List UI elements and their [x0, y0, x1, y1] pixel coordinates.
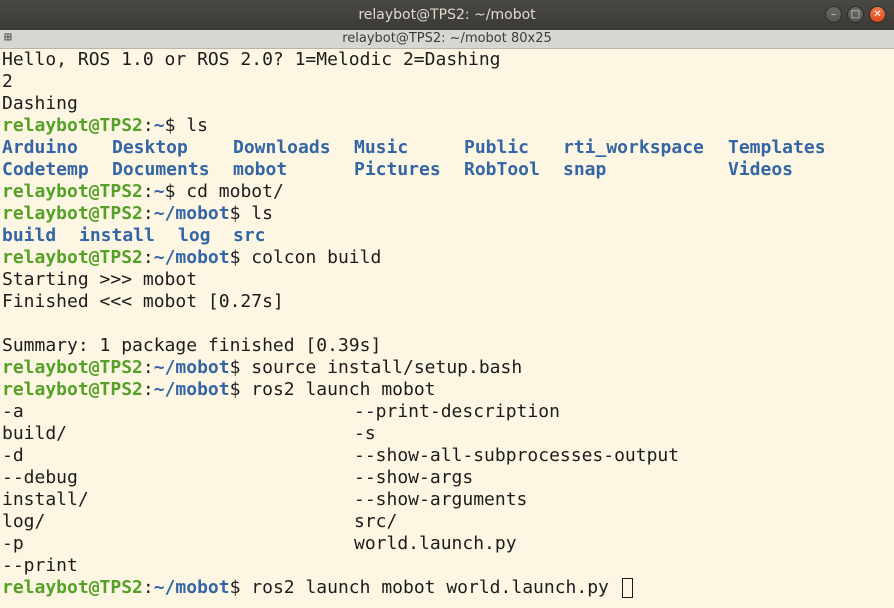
- dir-listing-row: Codetemp Documents mobot Pictures RobTool sna…: [2, 159, 892, 181]
- dir-entry: snap: [563, 159, 607, 180]
- prompt-sigil: $: [164, 115, 176, 136]
- dir-entry: build: [2, 225, 57, 246]
- prompt-path: :~/mobot: [142, 247, 230, 268]
- prompt-path: :~: [142, 181, 165, 202]
- dir-entry: Pictures: [354, 159, 441, 180]
- completion-left: --debug: [2, 467, 78, 488]
- dir-entry: Videos: [728, 159, 794, 180]
- completion-left: install/: [2, 489, 89, 510]
- prompt-sigil: $: [229, 379, 241, 400]
- prompt-path: :~/mobot: [142, 379, 230, 400]
- dir-entry: Documents: [112, 159, 210, 180]
- dir-entry: log: [178, 225, 211, 246]
- prompt-user: relaybot@TPS2: [2, 247, 143, 268]
- dir-entry: Public: [464, 137, 530, 158]
- output-line: Summary: 1 package finished [0.39s]: [2, 335, 382, 356]
- prompt-sigil: $: [229, 203, 241, 224]
- command-line: relaybot@TPS2:~$ ls: [2, 115, 892, 137]
- completion-right: world.launch.py: [354, 533, 517, 554]
- completion-right: --show-args: [354, 467, 474, 488]
- command-text: ros2 launch mobot world.launch.py: [240, 577, 620, 598]
- prompt-sigil: $: [229, 577, 241, 598]
- prompt-sigil: $: [164, 181, 176, 202]
- command-line: relaybot@TPS2:~/mobot$ ros2 launch mobot: [2, 379, 892, 401]
- terminal-tab-title: relaybot@TPS2: ~/mobot 80x25: [342, 31, 552, 46]
- dir-entry: mobot: [233, 159, 288, 180]
- completion-row: --print: [2, 555, 892, 577]
- completion-right: --show-all-subprocesses-output: [354, 445, 680, 466]
- output-line: Starting >>> mobot: [2, 269, 198, 290]
- command-text: ls: [240, 203, 273, 224]
- command-text: cd mobot/: [175, 181, 284, 202]
- completion-left: --print: [2, 555, 78, 576]
- command-text: ros2 launch mobot: [240, 379, 436, 400]
- command-text: source install/setup.bash: [240, 357, 523, 378]
- window-titlebar[interactable]: relaybot@TPS2: ~/mobot – □ ✕: [0, 0, 894, 30]
- prompt-path: :~/mobot: [142, 577, 230, 598]
- prompt-user: relaybot@TPS2: [2, 181, 143, 202]
- minimize-button[interactable]: –: [825, 6, 842, 23]
- dir-entry: Codetemp: [2, 159, 89, 180]
- output-line: Finished <<< mobot [0.27s]: [2, 291, 284, 312]
- terminal-tab-bar: ⊞ relaybot@TPS2: ~/mobot 80x25: [0, 30, 894, 49]
- command-line: relaybot@TPS2:~$ cd mobot/: [2, 181, 892, 203]
- output-line: 2: [2, 71, 13, 92]
- completion-row: --debug --show-args: [2, 467, 892, 489]
- command-text: ls: [175, 115, 208, 136]
- terminal-output[interactable]: Hello, ROS 1.0 or ROS 2.0? 1=Melodic 2=D…: [2, 49, 892, 608]
- completion-right: --print-description: [354, 401, 560, 422]
- command-line: relaybot@TPS2:~/mobot$ ls: [2, 203, 892, 225]
- completion-right: src/: [354, 511, 398, 532]
- dir-entry: Templates: [728, 137, 826, 158]
- completion-row: -p world.launch.py: [2, 533, 892, 555]
- dir-entry: rti_workspace: [563, 137, 704, 158]
- prompt-user: relaybot@TPS2: [2, 203, 143, 224]
- maximize-button[interactable]: □: [847, 6, 864, 23]
- output-line: Dashing: [2, 93, 78, 114]
- completion-left: -a: [2, 401, 24, 422]
- prompt-sigil: $: [229, 247, 241, 268]
- prompt-sigil: $: [229, 357, 241, 378]
- close-button[interactable]: ✕: [869, 6, 886, 23]
- dir-entry: install: [79, 225, 155, 246]
- prompt-user: relaybot@TPS2: [2, 357, 143, 378]
- completion-left: build/: [2, 423, 68, 444]
- command-line: relaybot@TPS2:~/mobot$ ros2 launch mobot…: [2, 577, 892, 599]
- window-title: relaybot@TPS2: ~/mobot: [358, 7, 536, 23]
- prompt-user: relaybot@TPS2: [2, 577, 143, 598]
- output-line: Hello, ROS 1.0 or ROS 2.0? 1=Melodic 2=D…: [2, 49, 501, 70]
- command-line: relaybot@TPS2:~/mobot$ source install/se…: [2, 357, 892, 379]
- window-controls: – □ ✕: [825, 6, 886, 23]
- prompt-user: relaybot@TPS2: [2, 115, 143, 136]
- prompt-path: :~/mobot: [142, 357, 230, 378]
- command-line: relaybot@TPS2:~/mobot$ colcon build: [2, 247, 892, 269]
- prompt-user: relaybot@TPS2: [2, 379, 143, 400]
- dir-listing-row: build install log src: [2, 225, 892, 247]
- dir-entry: Music: [354, 137, 409, 158]
- completion-row: install/ --show-arguments: [2, 489, 892, 511]
- dir-listing-row: Arduino Desktop Downloads Music Public rti_wo…: [2, 137, 892, 159]
- completion-row: log/src/: [2, 511, 892, 533]
- completion-row: -d --show-all-subprocesses-output: [2, 445, 892, 467]
- prompt-path: :~/mobot: [142, 203, 230, 224]
- dir-entry: Downloads: [233, 137, 331, 158]
- completion-left: -d: [2, 445, 24, 466]
- dir-entry: RobTool: [464, 159, 540, 180]
- dir-entry: Desktop: [112, 137, 188, 158]
- completion-row: build/ -s: [2, 423, 892, 445]
- completion-right: --show-arguments: [354, 489, 528, 510]
- completion-row: -a --print-description: [2, 401, 892, 423]
- dir-entry: Arduino: [2, 137, 78, 158]
- completion-left: log/: [2, 511, 46, 532]
- dir-entry: src: [233, 225, 266, 246]
- text-cursor: [621, 578, 633, 598]
- command-text: colcon build: [240, 247, 382, 268]
- completion-left: -p: [2, 533, 24, 554]
- prompt-path: :~: [142, 115, 165, 136]
- completion-right: -s: [354, 423, 376, 444]
